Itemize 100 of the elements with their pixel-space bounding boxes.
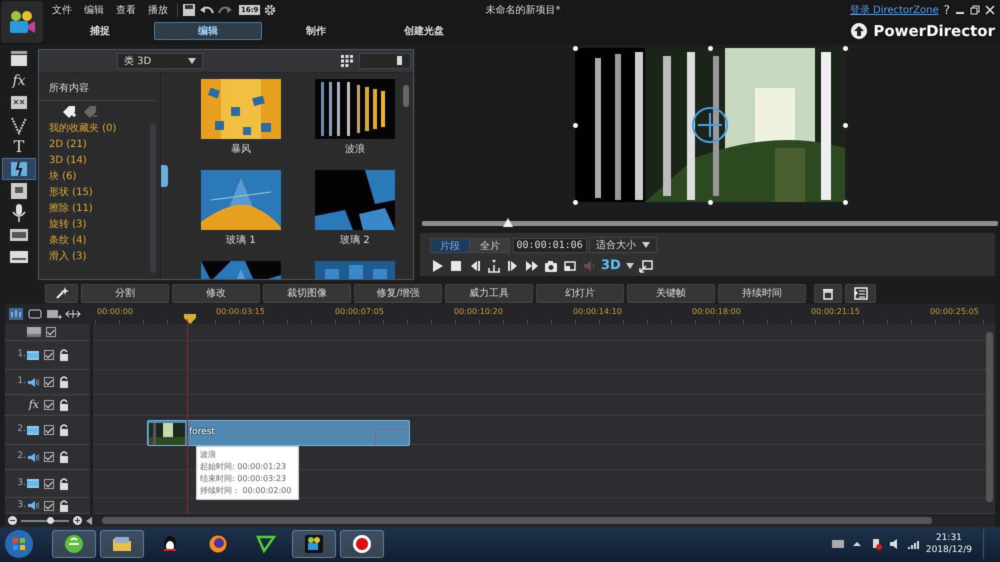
restore-icon[interactable]: [970, 5, 980, 15]
toolbar-button[interactable]: 持续时间: [718, 284, 806, 302]
stereo-3d-button[interactable]: 3D: [601, 256, 621, 276]
toolbar-button[interactable]: 分割: [81, 284, 169, 302]
category-item[interactable]: 2D (21): [39, 137, 160, 153]
scrollbar[interactable]: [403, 85, 409, 107]
taskbar-button[interactable]: [292, 530, 336, 558]
mode-toggle[interactable]: 片段: [430, 238, 470, 252]
resize-handle[interactable]: [572, 200, 578, 204]
stop-icon[interactable]: [449, 258, 463, 273]
scrubber-track[interactable]: [422, 220, 998, 226]
track-checkbox[interactable]: [44, 377, 54, 387]
taskbar-button[interactable]: [52, 530, 96, 558]
zoom-out-icon[interactable]: [8, 516, 17, 525]
storyboard-icon[interactable]: [27, 307, 43, 321]
category-item[interactable]: 滑入 (3): [39, 249, 160, 265]
resize-handle[interactable]: [842, 200, 848, 204]
caret-icon[interactable]: [626, 262, 634, 269]
fit-dropdown[interactable]: 适合大小: [589, 237, 658, 253]
toolbar-button[interactable]: 威力工具: [445, 284, 533, 302]
lock-icon[interactable]: [59, 376, 69, 388]
tab[interactable]: 制作: [262, 22, 370, 40]
room-tab[interactable]: [2, 158, 36, 180]
delete-button[interactable]: [814, 284, 842, 302]
filter-dropdown[interactable]: 类 3D: [117, 53, 203, 69]
magic-tool-button[interactable]: [45, 284, 78, 302]
collapse-handle[interactable]: [161, 165, 168, 187]
crosshair-icon[interactable]: [690, 105, 730, 145]
start-button[interactable]: [4, 529, 34, 559]
fast-forward-icon[interactable]: [525, 258, 539, 273]
track-checkbox[interactable]: [44, 500, 54, 510]
category-item[interactable]: 条纹 (4): [39, 233, 160, 249]
resize-handle[interactable]: [708, 200, 712, 204]
taskbar-button[interactable]: [100, 530, 144, 558]
menu-item[interactable]: 文件: [46, 2, 78, 18]
scroll-left-icon[interactable]: [86, 516, 92, 524]
window-icon[interactable]: [563, 258, 577, 273]
toolbar-button[interactable]: 修改: [172, 284, 260, 302]
video-clip[interactable]: forest: [147, 420, 410, 446]
resize-handle[interactable]: [708, 46, 712, 50]
login-link[interactable]: 登录 DirectorZone: [850, 2, 939, 18]
camera-icon[interactable]: [544, 258, 558, 273]
clock-date[interactable]: 2018/12/9: [926, 544, 972, 556]
transition-marker[interactable]: [375, 429, 409, 445]
lock-icon[interactable]: [59, 478, 69, 490]
help-button[interactable]: ?: [944, 1, 950, 19]
keyboard-icon[interactable]: [830, 537, 845, 551]
more-button[interactable]: [845, 284, 876, 302]
timecode-field[interactable]: 00:00:01:06: [512, 238, 587, 252]
play-icon[interactable]: [430, 258, 444, 273]
track-checkbox[interactable]: [44, 350, 54, 360]
zoom-in-icon[interactable]: [73, 516, 82, 525]
category-item[interactable]: 我的收藏夹 (0): [39, 121, 160, 137]
track-checkbox[interactable]: [44, 478, 54, 488]
remove-tag-icon[interactable]: [82, 104, 98, 120]
split-marker-icon[interactable]: [487, 258, 501, 273]
lock-icon[interactable]: [59, 451, 69, 463]
toolbar-button[interactable]: 修复/增强: [354, 284, 442, 302]
menu-item[interactable]: 编辑: [78, 2, 110, 18]
lock-icon[interactable]: [59, 399, 69, 411]
track-checkbox[interactable]: [44, 400, 54, 410]
category-item[interactable]: 块 (6): [39, 169, 160, 185]
lock-icon[interactable]: [59, 349, 69, 361]
menu-item[interactable]: 播放: [142, 2, 174, 18]
scrollbar[interactable]: [986, 332, 993, 502]
horizontal-scrollbar[interactable]: [102, 517, 932, 524]
taskbar-button[interactable]: [340, 530, 384, 558]
track-view-icon[interactable]: [8, 307, 24, 321]
clock-time[interactable]: 21:31: [926, 532, 972, 544]
scrubber-thumb[interactable]: [503, 218, 514, 226]
resize-handle[interactable]: [572, 122, 578, 128]
save-icon[interactable]: [180, 3, 198, 17]
toolbar-button[interactable]: 裁切图像: [263, 284, 351, 302]
track-checkbox[interactable]: [46, 327, 56, 337]
toolbar-button[interactable]: 幻灯片: [536, 284, 624, 302]
track-checkbox[interactable]: [44, 425, 54, 435]
resize-handle[interactable]: [572, 46, 578, 50]
category-item[interactable]: 擦除 (11): [39, 201, 160, 217]
menu-item[interactable]: 查看: [110, 2, 142, 18]
toolbar-button[interactable]: 关键帧: [627, 284, 715, 302]
category-item[interactable]: 3D (14): [39, 153, 160, 169]
category-item[interactable]: 形状 (15): [39, 185, 160, 201]
tab[interactable]: 编辑: [154, 22, 262, 40]
lock-icon[interactable]: [59, 424, 69, 436]
tab[interactable]: 创建光盘: [370, 22, 478, 40]
fit-timeline-icon[interactable]: [65, 307, 81, 321]
close-icon[interactable]: [985, 5, 995, 15]
playhead-marker[interactable]: [184, 314, 196, 324]
lock-icon[interactable]: [59, 500, 69, 512]
mode-toggle[interactable]: 全片: [470, 238, 510, 252]
add-track-icon[interactable]: [46, 307, 62, 321]
category-item[interactable]: 旋转 (3): [39, 217, 160, 233]
title-tab[interactable]: T: [2, 136, 36, 158]
track-checkbox[interactable]: [44, 452, 54, 462]
tab[interactable]: 捕捉: [46, 22, 154, 40]
effects-tab[interactable]: fx: [2, 70, 36, 92]
grid-view-icon[interactable]: [340, 54, 354, 68]
thumbnail-size-slider[interactable]: [358, 53, 410, 69]
resize-handle[interactable]: [842, 46, 848, 50]
zoom-slider-thumb[interactable]: [46, 516, 54, 524]
